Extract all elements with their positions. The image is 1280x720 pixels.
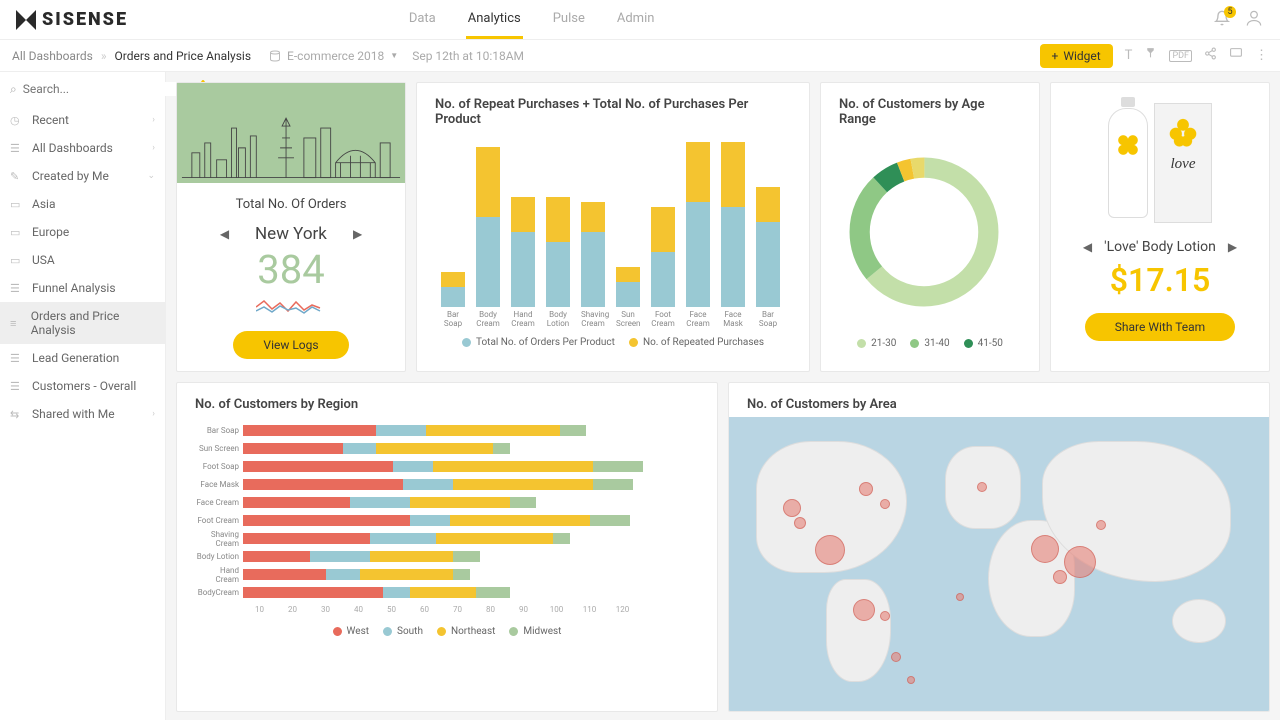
- sparkline: [256, 297, 326, 317]
- folder-icon: ▭: [10, 226, 24, 239]
- list-icon: ☰: [10, 142, 24, 155]
- skyline-image: [177, 83, 405, 183]
- folder-icon: ☰: [10, 380, 24, 393]
- share-icon[interactable]: [1204, 47, 1217, 64]
- filter-icon[interactable]: [1144, 47, 1157, 64]
- sidebar-item-asia[interactable]: ▭Asia: [0, 190, 165, 218]
- tab-admin[interactable]: Admin: [615, 1, 657, 39]
- prev-city-icon[interactable]: ◀: [220, 227, 229, 241]
- card-customers-by-region: No. of Customers by Region Bar SoapSun S…: [176, 382, 718, 712]
- card-total-orders: Total No. Of Orders ◀ New York ▶ 384 Vie…: [176, 82, 406, 372]
- more-icon[interactable]: ⋮: [1255, 48, 1268, 63]
- sidebar-recent[interactable]: ◷Recent›: [0, 106, 165, 134]
- nav-tabs: Data Analytics Pulse Admin: [407, 1, 657, 39]
- add-widget-button[interactable]: +Widget: [1040, 44, 1113, 68]
- search-row: ⌕ ☰ + ⋮: [0, 72, 165, 106]
- sidebar-item-usa[interactable]: ▭USA: [0, 246, 165, 274]
- folder-icon: ≡: [10, 317, 23, 330]
- breadcrumb-current: Orders and Price Analysis: [115, 49, 252, 63]
- next-city-icon[interactable]: ▶: [353, 227, 362, 241]
- notification-badge: 5: [1224, 6, 1236, 18]
- last-updated: Sep 12th at 10:18AM: [412, 49, 524, 63]
- share-icon: ⇆: [10, 408, 24, 421]
- present-icon[interactable]: [1229, 47, 1243, 64]
- card-title: No. of Repeat Purchases + Total No. of P…: [435, 97, 791, 127]
- sidebar-item-customers---overall[interactable]: ☰Customers - Overall: [0, 372, 165, 400]
- folder-icon: ☰: [10, 352, 24, 365]
- legend-dot-icon: [629, 338, 638, 347]
- sidebar-all-dashboards[interactable]: ☰All Dashboards›: [0, 134, 165, 162]
- sidebar-item-funnel-analysis[interactable]: ☰Funnel Analysis: [0, 274, 165, 302]
- sidebar-created-by-me[interactable]: ✎Created by Me⌄: [0, 162, 165, 190]
- card-customers-by-area: No. of Customers by Area: [728, 382, 1270, 712]
- product-image: [1070, 93, 1250, 233]
- sidebar-shared-with-me[interactable]: ⇆Shared with Me›: [0, 400, 165, 428]
- share-with-team-button[interactable]: Share With Team: [1085, 313, 1235, 341]
- tab-analytics[interactable]: Analytics: [466, 1, 523, 39]
- city-name: New York: [255, 224, 327, 244]
- card-title: No. of Customers by Area: [747, 397, 1251, 412]
- donut-chart: [839, 147, 1009, 317]
- breadcrumb-root[interactable]: All Dashboards: [12, 49, 93, 63]
- card-product-spotlight: ◀ 'Love' Body Lotion ▶ $17.15 Share With…: [1050, 82, 1270, 372]
- horizontal-bar-chart: Bar SoapSun ScreenFoot SoapFace MaskFace…: [195, 422, 699, 601]
- view-logs-button[interactable]: View Logs: [233, 331, 348, 359]
- sidebar: ⌕ ☰ + ⋮ ◷Recent› ☰All Dashboards› ✎Creat…: [0, 72, 166, 720]
- chevron-down-icon: ⌄: [147, 171, 155, 181]
- user-menu-icon[interactable]: [1244, 8, 1264, 31]
- card-purchases-per-product: No. of Repeat Purchases + Total No. of P…: [416, 82, 810, 372]
- next-product-icon[interactable]: ▶: [1228, 240, 1237, 254]
- stacked-bar-chart: [435, 137, 791, 307]
- pdf-icon[interactable]: PDF: [1169, 50, 1192, 62]
- product-name: 'Love' Body Lotion: [1104, 239, 1216, 255]
- logo-icon: [16, 10, 36, 30]
- text-tool-icon[interactable]: T: [1125, 48, 1133, 63]
- card-title: Total No. Of Orders: [236, 197, 347, 212]
- sub-toolbar: All Dashboards » Orders and Price Analys…: [0, 40, 1280, 72]
- product-price: $17.15: [1110, 261, 1211, 299]
- legend-dot-icon: [462, 338, 471, 347]
- search-input[interactable]: [23, 82, 179, 96]
- folder-icon: ☰: [10, 282, 24, 295]
- folder-icon: ▭: [10, 254, 24, 267]
- sidebar-item-europe[interactable]: ▭Europe: [0, 218, 165, 246]
- sidebar-item-orders-and-price-analysis[interactable]: ≡Orders and Price Analysis: [0, 302, 165, 344]
- clock-icon: ◷: [10, 114, 24, 127]
- tab-pulse[interactable]: Pulse: [551, 1, 587, 39]
- prev-product-icon[interactable]: ◀: [1083, 240, 1092, 254]
- card-title: No. of Customers by Age Range: [839, 97, 1021, 127]
- tab-data[interactable]: Data: [407, 1, 438, 39]
- world-map[interactable]: [729, 417, 1269, 711]
- sidebar-item-lead-generation[interactable]: ☰Lead Generation: [0, 344, 165, 372]
- orders-value: 384: [257, 246, 324, 293]
- card-customers-by-age: No. of Customers by Age Range 21-30 31-4…: [820, 82, 1040, 372]
- notifications-icon[interactable]: 5: [1214, 10, 1230, 29]
- logo[interactable]: SISENSE: [16, 9, 128, 30]
- dashboard-content: Total No. Of Orders ◀ New York ▶ 384 Vie…: [166, 72, 1280, 720]
- dataset-selector[interactable]: E-commerce 2018 ▼: [269, 49, 398, 63]
- card-title: No. of Customers by Region: [195, 397, 699, 412]
- person-icon: ✎: [10, 170, 24, 183]
- search-icon: ⌕: [10, 82, 17, 97]
- folder-icon: ▭: [10, 198, 24, 211]
- top-nav: SISENSE Data Analytics Pulse Admin 5: [0, 0, 1280, 40]
